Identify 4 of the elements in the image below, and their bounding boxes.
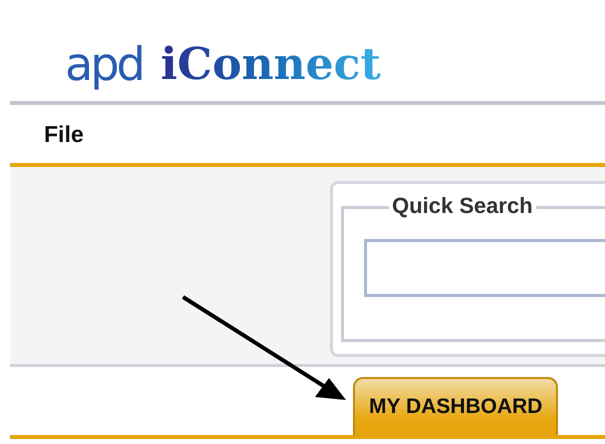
- menu-item[interactable]: File: [44, 116, 84, 152]
- logo-mark: apd: [65, 41, 143, 93]
- search-field[interactable]: [364, 239, 605, 297]
- tab[interactable]: MY DASHBOARD: [353, 377, 558, 435]
